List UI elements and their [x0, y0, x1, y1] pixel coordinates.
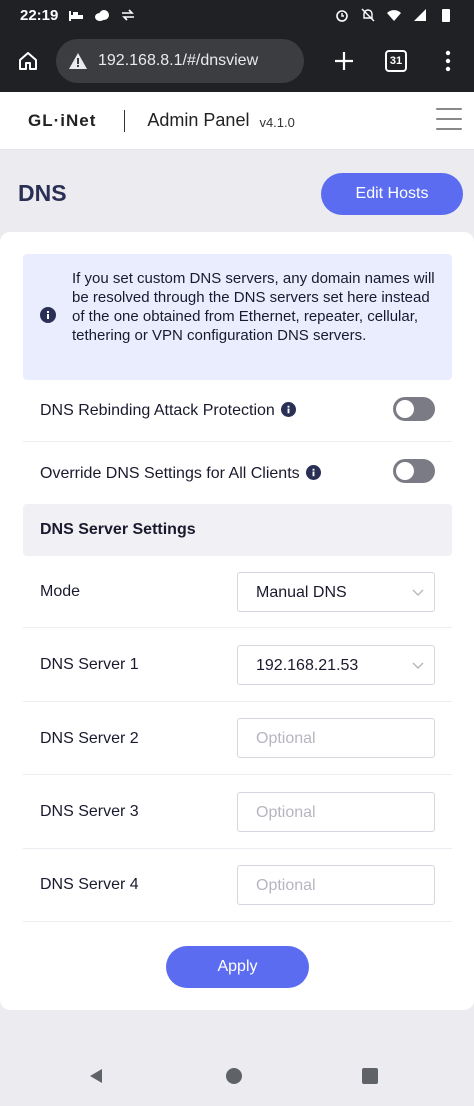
toggle-knob — [396, 462, 414, 480]
bed-icon — [69, 11, 84, 21]
apply-button[interactable]: Apply — [166, 946, 309, 988]
home-nav-icon[interactable] — [226, 1068, 242, 1084]
signal-icon — [414, 9, 426, 21]
dns-server-4-input[interactable]: Optional — [237, 865, 435, 905]
more-menu-button[interactable] — [422, 30, 474, 92]
browser-toolbar: 192.168.8.1/#/dnsview 31 — [0, 30, 474, 92]
mode-label: Mode — [40, 583, 81, 600]
home-icon — [19, 52, 37, 70]
section-title: DNS Server Settings — [40, 521, 196, 538]
mode-select[interactable]: Manual DNS — [237, 572, 435, 612]
dns-server-2-row: DNS Server 2 Optional — [23, 702, 452, 775]
battery-icon — [442, 9, 450, 22]
chevron-down-icon — [412, 662, 424, 669]
dns-server-2-input[interactable]: Optional — [237, 718, 435, 758]
override-dns-row: Override DNS Settings for All Clients — [23, 442, 452, 504]
info-icon — [40, 307, 56, 323]
chevron-down-icon — [412, 589, 424, 596]
browser-home-button[interactable] — [0, 30, 56, 92]
more-icon — [445, 50, 451, 72]
dns-server-2-placeholder: Optional — [256, 730, 316, 747]
app-header: GL·iNet Admin Panel v4.1.0 — [0, 92, 474, 150]
url-text: 192.168.8.1/#/dnsview — [98, 52, 259, 69]
tabs-button[interactable]: 31 — [370, 30, 422, 92]
mode-row: Mode Manual DNS — [23, 556, 452, 628]
address-bar[interactable]: 192.168.8.1/#/dnsview — [56, 39, 304, 83]
dns-server-1-label: DNS Server 1 — [40, 656, 139, 673]
dns-server-1-select[interactable]: 192.168.21.53 — [237, 645, 435, 685]
dns-server-4-placeholder: Optional — [256, 877, 316, 894]
header-divider — [124, 109, 126, 132]
info-icon[interactable] — [280, 401, 296, 417]
override-dns-toggle[interactable] — [393, 459, 435, 483]
dns-settings-card: If you set custom DNS servers, any domai… — [0, 232, 474, 1010]
hamburger-menu-icon[interactable] — [436, 108, 462, 130]
back-icon[interactable] — [88, 1068, 104, 1084]
tabs-icon: 31 — [385, 50, 407, 72]
new-tab-icon — [335, 52, 353, 70]
notifications-off-icon — [361, 8, 375, 22]
dns-server-1-value: 192.168.21.53 — [256, 657, 359, 674]
info-notice: If you set custom DNS servers, any domai… — [23, 254, 452, 380]
override-dns-label: Override DNS Settings for All Clients — [40, 465, 300, 482]
dns-server-4-row: DNS Server 4 Optional — [23, 849, 452, 922]
dns-server-3-label: DNS Server 3 — [40, 803, 139, 820]
info-icon[interactable] — [305, 464, 321, 480]
edit-hosts-button[interactable]: Edit Hosts — [321, 173, 463, 215]
data-transfer-icon — [122, 9, 135, 21]
version-label: v4.1.0 — [259, 114, 295, 130]
dns-server-settings-section: DNS Server Settings — [23, 504, 452, 556]
status-bar: 22:19 — [0, 0, 474, 30]
warning-icon[interactable] — [68, 52, 88, 70]
status-time: 22:19 — [20, 6, 59, 24]
dns-server-3-input[interactable]: Optional — [237, 792, 435, 832]
page-heading: DNS Edit Hosts — [0, 150, 474, 232]
cloud-icon — [95, 10, 110, 21]
recents-icon[interactable] — [362, 1068, 378, 1084]
dns-server-1-row: DNS Server 1 192.168.21.53 — [23, 628, 452, 702]
system-nav-bar — [0, 1046, 474, 1106]
logo: GL·iNet — [28, 110, 97, 130]
alarm-icon — [336, 10, 348, 22]
dns-server-3-placeholder: Optional — [256, 804, 316, 821]
notice-text: If you set custom DNS servers, any domai… — [72, 270, 435, 344]
mode-value: Manual DNS — [256, 584, 347, 601]
dns-rebinding-toggle[interactable] — [393, 397, 435, 421]
page-title: DNS — [18, 180, 67, 206]
app-title: Admin Panel — [147, 110, 250, 130]
dns-server-4-label: DNS Server 4 — [40, 876, 139, 893]
dns-server-2-label: DNS Server 2 — [40, 730, 139, 747]
wifi-icon — [387, 10, 401, 21]
new-tab-button[interactable] — [318, 30, 370, 92]
dns-server-3-row: DNS Server 3 Optional — [23, 775, 452, 849]
dns-rebinding-label: DNS Rebinding Attack Protection — [40, 402, 275, 419]
dns-rebinding-row: DNS Rebinding Attack Protection — [23, 380, 452, 442]
toggle-knob — [396, 400, 414, 418]
